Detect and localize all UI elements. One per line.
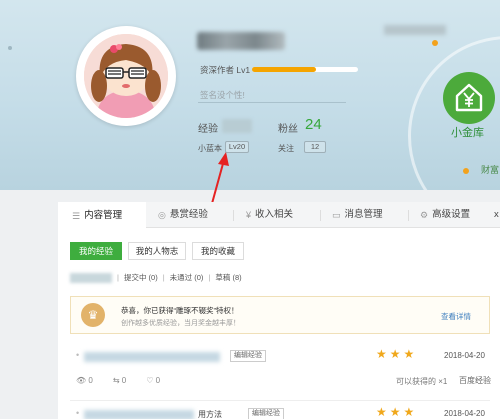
subtab-my-favorites[interactable]: 我的收藏 [192, 242, 244, 260]
tab-label: 高级设置 [432, 209, 471, 220]
target-icon: ◎ [158, 210, 166, 220]
votes-stat: ⇆ 0 [112, 376, 127, 385]
tab-label: 消息管理 [344, 209, 383, 220]
avatar-illustration [84, 34, 168, 118]
watermark: 百度经验 [456, 374, 494, 387]
wealth-label: 财富 [481, 165, 500, 175]
ring-dot [463, 168, 469, 174]
tab-advanced-settings[interactable]: ⚙ 高级设置 [420, 202, 470, 228]
tab-divider [320, 210, 321, 221]
tab-label: x [494, 209, 499, 220]
fans-label: 粉丝 [278, 124, 298, 135]
tab-more[interactable]: x [494, 202, 499, 228]
list-icon: ☰ [72, 210, 81, 221]
follow-label: 关注 [278, 144, 294, 153]
edit-experience-button[interactable]: 编辑经验 [230, 350, 266, 362]
filter-drafts[interactable]: 草稿 (8) [215, 272, 241, 283]
experience-label: 经验 [198, 124, 218, 135]
jinku-button[interactable] [443, 72, 495, 124]
jinku-label: 小金库 [451, 127, 484, 139]
subtab-my-profiles[interactable]: 我的人物志 [128, 242, 186, 260]
item-title-suffix[interactable]: 用方法 [198, 409, 222, 419]
tab-divider [233, 210, 234, 221]
bullet-icon: • [76, 408, 80, 418]
top-right-redacted [384, 25, 446, 35]
tab-label: 悬赏经验 [169, 209, 208, 220]
experience-value-redacted [222, 119, 252, 133]
yen-icon: ¥ [246, 210, 252, 220]
view-details-link[interactable]: 查看详情 [441, 311, 471, 322]
list-item: • 用方法 编辑经验 ★★★ 2018-04-20 [70, 405, 490, 419]
tab-label: 内容管理 [84, 209, 123, 221]
notice-title: 恭喜，你已获得“雕琢不辍奖”特权！ [121, 306, 239, 315]
subtab-my-experience[interactable]: 我的经验 [70, 242, 122, 260]
bullet-icon: • [76, 350, 80, 360]
views-stat: 👁 0 [76, 376, 93, 385]
tab-label: 收入相关 [255, 209, 294, 220]
item-date: 2018-04-20 [444, 409, 485, 418]
vote-icon: ⇆ [112, 376, 120, 385]
heart-icon: ♡ [146, 376, 154, 385]
tab-bounty[interactable]: ◎ 悬赏经验 [158, 202, 208, 228]
signature-field[interactable]: 签名没个性! [200, 89, 245, 101]
tab-content-management[interactable]: ☰ 内容管理 [58, 202, 146, 229]
tab-messages[interactable]: ▭ 消息管理 [332, 202, 383, 228]
level-progress-fill [252, 67, 316, 72]
ring-dot [432, 40, 438, 46]
signature-underline [198, 102, 346, 103]
author-level: 资深作者 Lv1 [200, 65, 251, 75]
tab-income[interactable]: ¥ 收入相关 [246, 202, 293, 228]
item-title-redacted[interactable] [84, 352, 220, 362]
yuan-house-icon [455, 83, 483, 112]
edit-experience-button[interactable]: 编辑经验 [248, 408, 284, 419]
likes-stat: ♡ 0 [146, 376, 161, 385]
content-panel: ☰ 内容管理 ◎ 悬赏经验 ¥ 收入相关 ▭ 消息管理 ⚙ 高级设置 x 我的经… [58, 202, 500, 419]
fans-count[interactable]: 24 [305, 116, 322, 133]
tab-divider [408, 210, 409, 221]
eye-icon: 👁 [76, 376, 87, 385]
filter-submitted[interactable]: 提交中 (0) [124, 272, 158, 283]
level-progress-bar [252, 67, 358, 72]
published-count-redacted[interactable] [70, 272, 112, 283]
decor-dot [8, 46, 12, 50]
trophy-icon: ♛ [81, 303, 105, 327]
row-divider [70, 400, 490, 401]
item-stats: 👁 0 ⇆ 0 ♡ 0 [76, 376, 160, 385]
rating-stars: ★★★ [376, 405, 418, 419]
profile-banner: 资深作者 Lv1 签名没个性! 经验 粉丝 24 小蓝本 Lv20 关注 12 … [0, 0, 500, 190]
item-title-redacted[interactable] [84, 410, 194, 419]
main-tabs: ☰ 内容管理 ◎ 悬赏经验 ¥ 收入相关 ▭ 消息管理 ⚙ 高级设置 x [58, 202, 500, 229]
notice-subtitle: 创作越多优质经验，当月奖金越丰厚！ [121, 320, 240, 327]
item-date: 2018-04-20 [444, 351, 485, 360]
message-icon: ▭ [332, 210, 341, 220]
item-extra: 可以获得的 ×1 [396, 377, 448, 386]
rating-stars: ★★★ [376, 347, 418, 361]
privilege-notice: ♛ 恭喜，你已获得“雕琢不辍奖”特权！ 创作越多优质经验，当月奖金越丰厚！ 查看… [70, 296, 490, 334]
list-item: • 编辑经验 ★★★ 2018-04-20 👁 0 ⇆ 0 ♡ 0 可以获得的 … [70, 347, 490, 394]
gear-icon: ⚙ [420, 210, 429, 220]
username-redacted [197, 32, 285, 50]
filter-rejected[interactable]: 未通过 (0) [170, 272, 204, 283]
status-filter-row: | 提交中 (0) | 未通过 (0) | 草稿 (8) [70, 272, 242, 283]
follow-count[interactable]: 12 [304, 141, 326, 153]
avatar[interactable] [84, 34, 168, 118]
